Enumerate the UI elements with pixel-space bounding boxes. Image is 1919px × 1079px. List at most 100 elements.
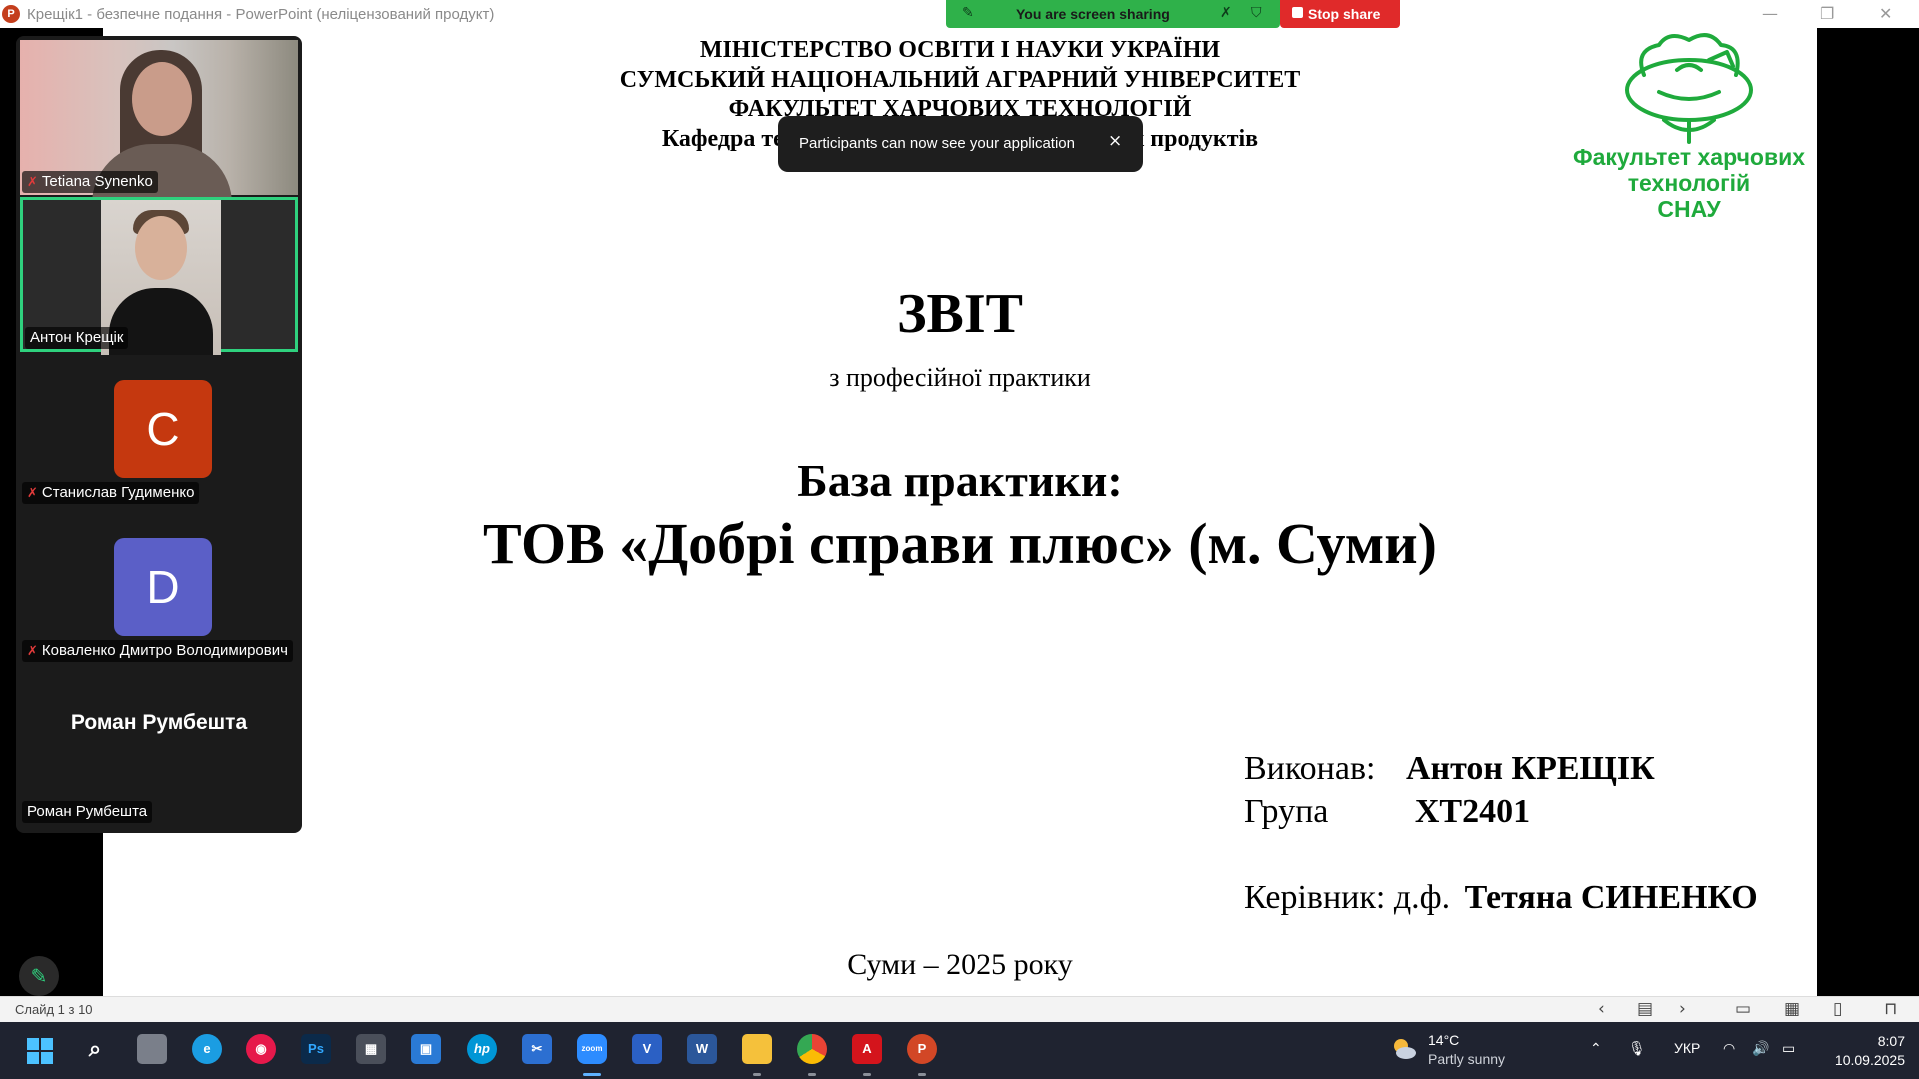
muted-mic-icon: ✗	[27, 643, 38, 658]
partly-sunny-icon[interactable]	[1391, 1036, 1417, 1062]
word-icon[interactable]: W	[687, 1034, 717, 1064]
slide-menu-icon[interactable]: ▤	[1637, 999, 1653, 1019]
microphone-icon[interactable]: 🎙	[1628, 1040, 1646, 1057]
performer-label: Виконав:	[1244, 750, 1376, 787]
group-label: Група	[1244, 793, 1329, 830]
participant-tile[interactable]: C ✗ Станислав Гудименко	[20, 355, 298, 510]
chevron-up-icon[interactable]: ⌃	[1590, 1040, 1602, 1057]
window-title: Крещік1 - безпечне подання - PowerPoint …	[27, 6, 495, 23]
language-indicator[interactable]: УКР	[1674, 1040, 1700, 1056]
reading-view-icon[interactable]: ▯	[1833, 999, 1842, 1019]
slideshow-icon[interactable]: ⊓	[1884, 999, 1897, 1019]
screen-sharing-bar[interactable]: ✎ You are screen sharing ✗ ⛉	[946, 0, 1280, 28]
participant-tile[interactable]: Роман Румбешта Роман Румбешта	[20, 671, 298, 829]
logo-text-line-2: технологій	[1627, 170, 1751, 196]
running-indicator	[753, 1073, 761, 1076]
participant-nametag: ✗ Станислав Гудименко	[22, 482, 200, 504]
practice-base-label: База практики:	[797, 455, 1123, 506]
security-shield-icon[interactable]: ⛉	[1251, 5, 1262, 21]
supervisor-line: Керівник: д.ф. Тетяна СИНЕНКО	[1244, 879, 1758, 917]
running-indicator	[918, 1073, 926, 1076]
acrobat-icon[interactable]: A	[852, 1034, 882, 1064]
muted-mic-icon: ✗	[27, 174, 38, 189]
edge-icon[interactable]: e	[192, 1034, 222, 1064]
city-year: Суми – 2025 року	[847, 948, 1073, 981]
search-icon[interactable]: ⌕	[80, 1034, 110, 1064]
slide-counter: Слайд 1 з 10	[15, 1002, 93, 1017]
participant-name: Tetiana Synenko	[41, 173, 153, 190]
volume-icon[interactable]: 🔊	[1752, 1040, 1769, 1057]
powerpoint-icon: P	[2, 5, 20, 23]
letterbox-right	[1817, 28, 1919, 996]
zoom-icon[interactable]: zoom	[577, 1034, 607, 1064]
clock-date: 10.09.2025	[1834, 1052, 1905, 1068]
practice-organization: ТОВ «Добрі справи плюс» (м. Суми)	[483, 511, 1437, 576]
stop-share-button[interactable]: Stop share	[1280, 0, 1400, 28]
snipping-tool-icon[interactable]: ✂	[522, 1034, 552, 1064]
faculty-logo-text: Факультет харчових технологій СНАУ	[1559, 144, 1819, 222]
avatar: C	[114, 380, 212, 478]
running-indicator	[863, 1073, 871, 1076]
visio-icon[interactable]: V	[632, 1034, 662, 1064]
participant-tile[interactable]: D ✗ Коваленко Дмитро Володимирович	[20, 513, 298, 668]
store-icon[interactable]: ▣	[411, 1034, 441, 1064]
group-line: Група ХТ2401	[1244, 793, 1530, 831]
close-window-icon[interactable]: ✕	[1879, 4, 1892, 23]
slide-title: ЗВІТ	[896, 283, 1024, 345]
windows-start-icon[interactable]	[27, 1038, 53, 1064]
participant-name: Коваленко Дмитро Володимирович	[41, 642, 288, 659]
slide-subtitle: з професійної практики	[829, 363, 1091, 392]
participant-nametag: ✗ Коваленко Дмитро Володимирович	[22, 640, 293, 662]
battery-icon[interactable]: ▭	[1782, 1040, 1795, 1057]
toast-close-icon[interactable]: ×	[1108, 131, 1122, 151]
restore-icon[interactable]: ❐	[1820, 4, 1834, 23]
avatar: D	[114, 538, 212, 636]
faculty-logo-graphic	[1625, 33, 1753, 144]
stop-share-label: Stop share	[1308, 6, 1381, 22]
photoshop-icon[interactable]: Ps	[301, 1034, 331, 1064]
hp-icon[interactable]: hp	[467, 1034, 497, 1064]
wifi-icon[interactable]: ◠	[1723, 1040, 1735, 1057]
participant-nametag: Роман Румбешта	[22, 801, 153, 823]
participant-tile[interactable]: ✗ Tetiana Synenko	[20, 40, 298, 204]
participants-panel: ✗ Tetiana Synenko Антон Крещік C ✗ Станисл…	[16, 36, 302, 833]
next-slide-icon[interactable]: ›	[1679, 999, 1686, 1019]
participant-name: Станислав Гудименко	[41, 484, 195, 501]
screen-recorder-icon[interactable]: ◉	[246, 1034, 276, 1064]
normal-view-icon[interactable]: ▭	[1735, 999, 1751, 1019]
performer-name: Антон КРЕЩІК	[1405, 750, 1655, 787]
participant-nametag: ✗ Tetiana Synenko	[22, 171, 158, 193]
toast-message: Participants can now see your applicatio…	[799, 135, 1075, 152]
share-drag-icon: ✎	[962, 5, 974, 21]
status-bar: Слайд 1 з 10 ‹ ▤ › ▭ ▦ ▯ ⊓	[0, 996, 1919, 1022]
supervisor-name: Тетяна СИНЕНКО	[1464, 879, 1758, 916]
powerpoint-taskbar-icon[interactable]: P	[907, 1034, 937, 1064]
slide-canvas: МІНІСТЕРСТВО ОСВІТИ І НАУКИ УКРАЇНИ СУМС…	[103, 28, 1817, 996]
running-indicator	[808, 1073, 816, 1076]
participant-tile-active-speaker[interactable]: Антон Крещік	[20, 197, 298, 355]
muted-mic-icon[interactable]: ✗	[1220, 5, 1232, 21]
participant-name: Антон Крещік	[30, 329, 124, 346]
zoom-active-indicator	[583, 1073, 601, 1076]
weather-temp: 14°C	[1428, 1032, 1460, 1048]
supervisor-label: Керівник: д.ф.	[1244, 879, 1451, 916]
clock[interactable]: 8:07 10.09.2025	[1820, 1032, 1905, 1070]
annotate-pencil-icon[interactable]: ✎	[19, 956, 59, 996]
slide-sorter-icon[interactable]: ▦	[1784, 999, 1800, 1019]
faculty-logo: Факультет харчових технологій СНАУ	[1559, 30, 1819, 240]
group-value: ХТ2401	[1414, 793, 1531, 830]
file-explorer-icon[interactable]	[742, 1034, 772, 1064]
taskbar: ⌕ e ◉ Ps ▦ ▣ hp ✂ zoom V W A P 14°C Part…	[0, 1022, 1919, 1079]
minimize-icon[interactable]: —	[1762, 4, 1778, 23]
share-toast: Participants can now see your applicatio…	[778, 116, 1143, 172]
participant-display-name: Роман Румбешта	[70, 711, 248, 734]
screen-sharing-status: You are screen sharing	[1016, 6, 1170, 22]
task-view-icon[interactable]	[137, 1034, 167, 1064]
calculator-icon[interactable]: ▦	[356, 1034, 386, 1064]
weather-condition: Partly sunny	[1428, 1051, 1506, 1067]
clock-time: 8:07	[1877, 1033, 1905, 1049]
muted-mic-icon: ✗	[27, 485, 38, 500]
previous-slide-icon[interactable]: ‹	[1598, 999, 1605, 1019]
chrome-icon[interactable]	[797, 1034, 827, 1064]
logo-text-line-1: Факультет харчових	[1572, 144, 1806, 170]
